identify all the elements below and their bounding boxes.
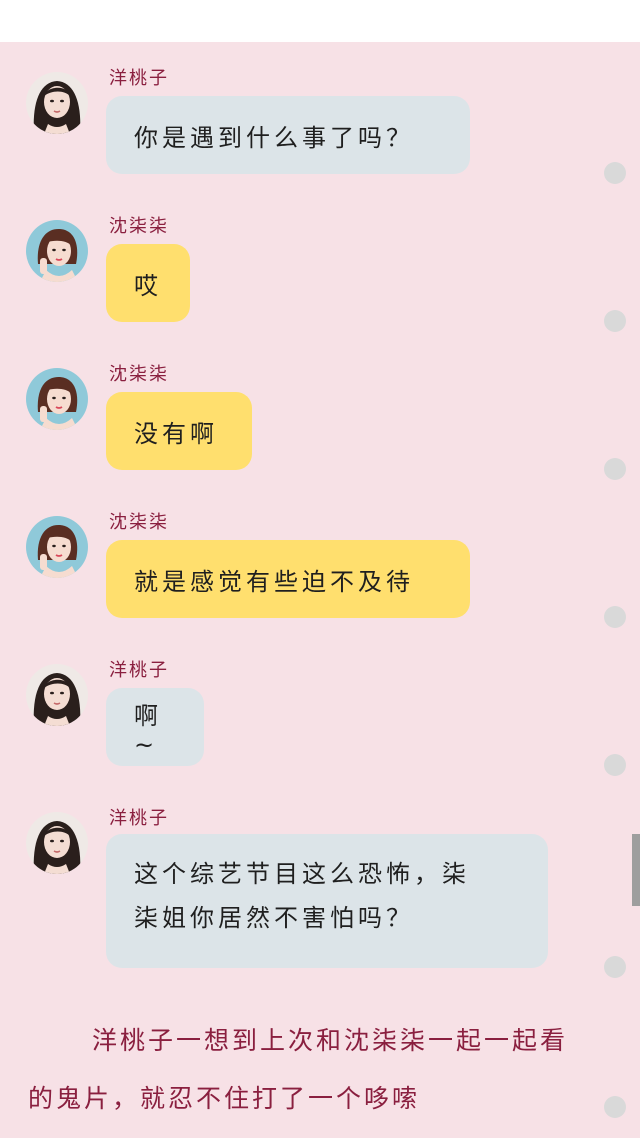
chat-bubble[interactable]: 这个综艺节目这么恐怖，柒 柒姐你居然不害怕吗？ — [106, 834, 548, 968]
chat-bubble-line: 柒姐你居然不害怕吗？ — [134, 904, 414, 932]
girl-longhair-avatar-icon[interactable] — [26, 72, 88, 134]
chat-bubble[interactable]: 啊~ — [106, 688, 204, 766]
chat-bubble[interactable]: 没有啊 — [106, 392, 252, 470]
message-status-dot — [604, 754, 626, 776]
chat-bubble-line: 这个综艺节目这么恐怖，柒 — [134, 860, 470, 888]
sender-name: 沈柒柒 — [109, 364, 169, 385]
message-status-dot — [604, 458, 626, 480]
girl-pose-avatar-icon[interactable] — [26, 220, 88, 282]
sender-name: 洋桃子 — [109, 808, 169, 829]
sender-name: 洋桃子 — [109, 68, 169, 89]
girl-pose-avatar-icon[interactable] — [26, 516, 88, 578]
girl-pose-avatar-icon[interactable] — [26, 368, 88, 430]
girl-longhair-avatar-icon[interactable] — [26, 812, 88, 874]
message-status-dot — [604, 956, 626, 978]
message-status-dot — [604, 1096, 626, 1118]
girl-longhair-avatar-icon[interactable] — [26, 664, 88, 726]
sender-name: 洋桃子 — [109, 660, 169, 681]
message-status-dot — [604, 606, 626, 628]
sender-name: 沈柒柒 — [109, 216, 169, 237]
narration-text: 洋桃子一想到上次和沈柒柒一起一起看的鬼片，就忍不住打了一个哆嗦 — [28, 1026, 569, 1113]
scrollbar[interactable] — [632, 834, 640, 906]
message-status-dot — [604, 310, 626, 332]
chat-bubble[interactable]: 哎 — [106, 244, 190, 322]
message-status-dot — [604, 162, 626, 184]
sender-name: 沈柒柒 — [109, 512, 169, 533]
top-bar — [0, 0, 640, 42]
chat-bubble[interactable]: 就是感觉有些迫不及待 — [106, 540, 470, 618]
chat-bubble[interactable]: 你是遇到什么事了吗？ — [106, 96, 470, 174]
